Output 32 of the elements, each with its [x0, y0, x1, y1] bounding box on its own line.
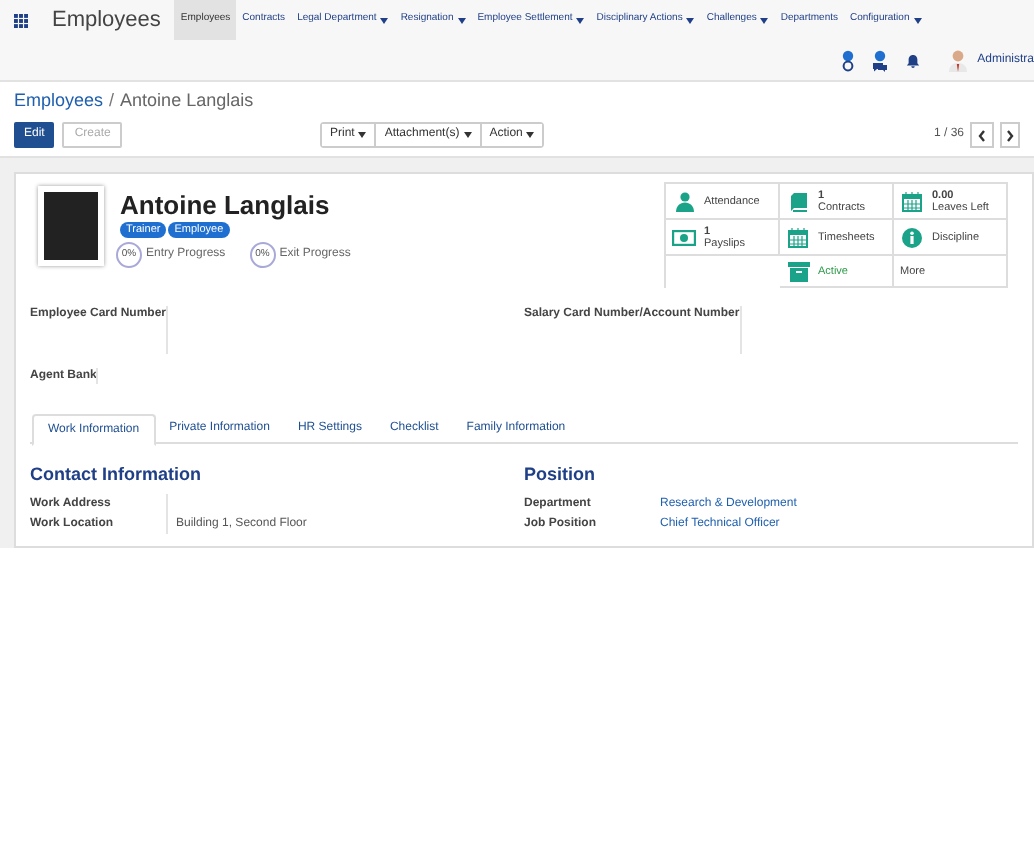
caret-icon: [380, 17, 389, 23]
breadcrumb-separator: /: [109, 88, 115, 115]
breadcrumb-current: Antoine Langlais: [120, 88, 254, 115]
caret-icon: [463, 132, 472, 138]
caret-icon: [358, 132, 367, 138]
chevron-right-icon: [1006, 129, 1014, 141]
photo-placeholder: [38, 186, 104, 266]
info-icon: [902, 227, 922, 247]
caret-icon: [526, 132, 535, 138]
employee-name: Antoine Langlais: [120, 190, 332, 220]
apps-menu-icon[interactable]: [14, 13, 28, 27]
caret-icon: [760, 17, 769, 23]
chat-icon[interactable]: [871, 49, 888, 71]
breadcrumb-link[interactable]: Employees: [14, 88, 104, 116]
calendar-icon: [788, 227, 808, 247]
section-title: Position: [524, 462, 597, 488]
previous-button[interactable]: [970, 122, 994, 148]
section-title: Contact Information: [30, 462, 203, 488]
banknote-icon: [672, 229, 696, 245]
caret-icon: [457, 17, 466, 23]
caret-icon: [913, 17, 922, 23]
person-icon: [675, 191, 693, 211]
next-button[interactable]: [1000, 122, 1020, 148]
activity-icon[interactable]: [841, 49, 854, 71]
bell-icon[interactable]: [905, 53, 920, 67]
caret-icon: [576, 17, 585, 23]
calendar-icon: [902, 191, 922, 211]
app-title: Employees: [52, 5, 161, 36]
chevron-left-icon: [978, 129, 986, 141]
book-icon: [789, 191, 807, 211]
archive-icon: [787, 261, 809, 281]
caret-icon: [686, 17, 695, 23]
